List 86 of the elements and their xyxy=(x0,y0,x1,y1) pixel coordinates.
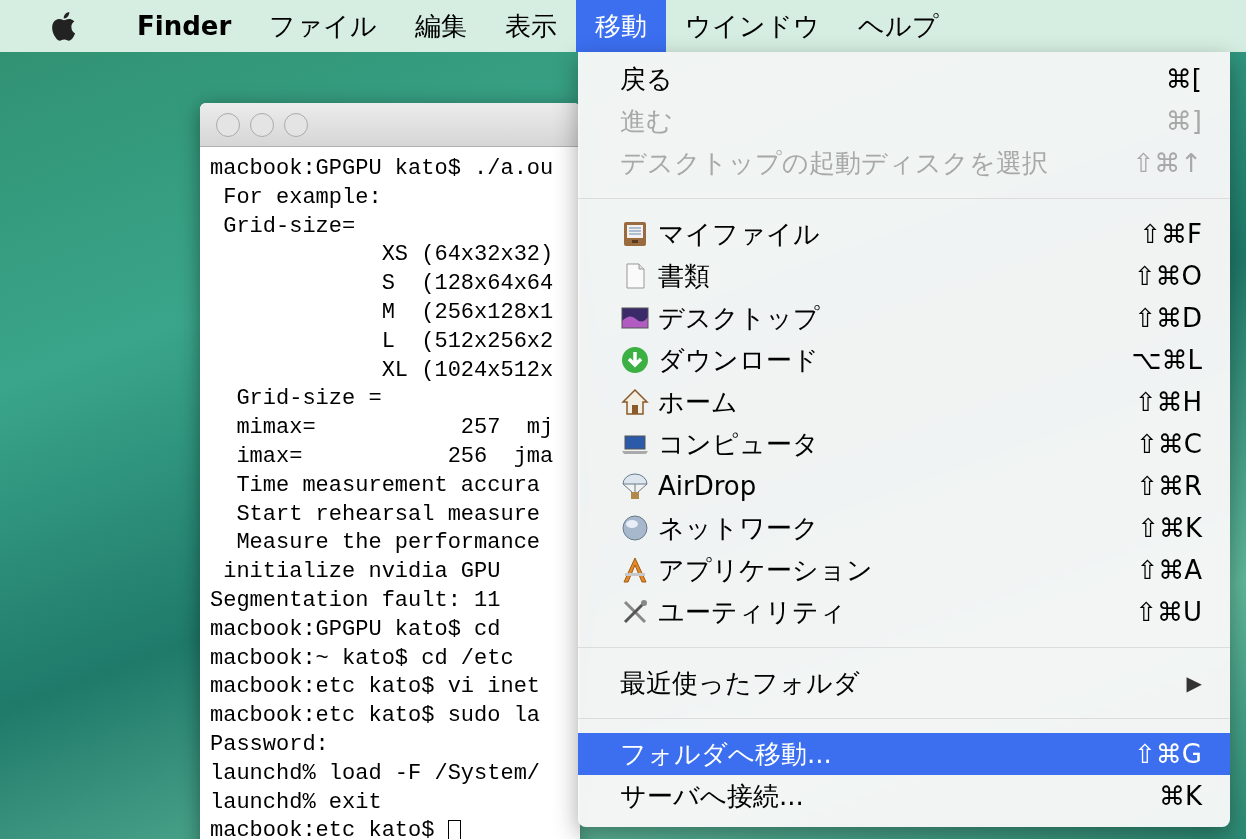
shortcut-text: ⇧⌘A xyxy=(1136,553,1202,587)
menu-item[interactable]: ダウンロード ⌥⌘L xyxy=(578,339,1230,381)
menu-bar-item[interactable]: 編集 xyxy=(396,0,487,52)
terminal-line: Grid-size= xyxy=(222,212,356,241)
terminal-line: mimax= 257 mj xyxy=(235,414,554,443)
shortcut-text: ⌘[ xyxy=(1165,62,1202,96)
terminal-line: initialize nvidia GPU xyxy=(222,558,501,587)
shortcut-text: ⇧⌘D xyxy=(1134,301,1202,335)
menu-item[interactable]: 書類 ⇧⌘O xyxy=(578,255,1230,297)
menu-item[interactable]: ネットワーク ⇧⌘K xyxy=(578,507,1230,549)
menu-bar-item[interactable]: Finder xyxy=(118,0,251,52)
shortcut-text: ⇧⌘H xyxy=(1134,385,1202,419)
terminal-line: Measure the performance xyxy=(235,529,541,558)
shortcut-text: ⇧⌘F xyxy=(1139,217,1202,251)
house-icon xyxy=(620,387,650,417)
shortcut-text: ⇧⌘K xyxy=(1137,511,1202,545)
terminal-line: Time measurement accura xyxy=(235,471,541,500)
terminal-line: Password: xyxy=(210,730,329,759)
terminal-line: M (256x128x1 xyxy=(380,299,554,327)
terminal-line: macbook:GPGPU kato$ ./a.ou xyxy=(210,155,554,183)
menu-item[interactable]: ホーム ⇧⌘H xyxy=(578,381,1230,423)
download-icon xyxy=(620,345,650,375)
menu-item[interactable]: 最近使ったフォルダ ▶ xyxy=(578,662,1230,704)
menu-item-label: デスクトップの起動ディスクを選択 xyxy=(620,146,1048,180)
terminal-line: Grid-size = xyxy=(235,385,382,414)
terminal-line: XS (64x32x32) xyxy=(380,241,554,270)
shortcut-text: ⌘K xyxy=(1158,779,1202,813)
menu-bar-item[interactable]: 表示 xyxy=(486,0,577,52)
shortcut-text: ⇧⌘C xyxy=(1136,427,1202,461)
minimize-button[interactable] xyxy=(250,112,274,137)
menu-item-label: マイファイル xyxy=(658,217,820,251)
terminal-line: L (512x256x2 xyxy=(380,327,554,356)
terminal-line: Segmentation fault: 11 xyxy=(210,586,501,615)
submenu-arrow: ▶ xyxy=(1186,670,1202,697)
shortcut-text: ⇧⌘↑ xyxy=(1132,146,1202,180)
cursor-icon xyxy=(447,819,461,839)
shortcut-text: ⇧⌘R xyxy=(1136,469,1202,503)
terminal-line: macbook:etc kato$ xyxy=(210,817,436,839)
pencil-ruler-icon xyxy=(620,555,650,585)
menu-item[interactable]: フォルダへ移動... ⇧⌘G xyxy=(578,733,1230,775)
terminal-line: launchd% exit xyxy=(210,788,382,817)
shortcut-text: ⇧⌘G xyxy=(1134,737,1202,771)
shortcut-text: ⌥⌘L xyxy=(1131,343,1202,377)
menu-item[interactable]: マイファイル ⇧⌘F xyxy=(578,213,1230,255)
terminal-line: macbook:etc kato$ sudo la xyxy=(210,702,541,731)
terminal-line: macbook:~ kato$ cd /etc xyxy=(210,644,514,673)
terminal-line: macbook:GPGPU kato$ cd xyxy=(210,615,501,644)
menu-item-label: サーバへ接続... xyxy=(620,779,804,813)
menu-item-label: ホーム xyxy=(658,385,738,419)
terminal-line: For example: xyxy=(222,183,382,212)
menu-item[interactable]: サーバへ接続... ⌘K xyxy=(578,775,1230,817)
menu-item-label: コンピュータ xyxy=(658,427,819,461)
terminal-line: macbook:etc kato$ vi inet xyxy=(210,673,541,702)
shortcut-text: ⇧⌘O xyxy=(1133,259,1202,293)
menu-bar-item[interactable]: ウインドウ xyxy=(666,0,840,52)
shortcut-text: ⇧⌘U xyxy=(1135,595,1202,629)
menu-item-label: AirDrop xyxy=(658,469,757,503)
menu-item-label: デスクトップ xyxy=(658,301,820,335)
terminal-line: XL (1024x512x xyxy=(380,356,554,385)
menu-item-label: 最近使ったフォルダ xyxy=(620,666,860,700)
zoom-button[interactable] xyxy=(284,112,308,137)
menu-item[interactable]: デスクトップ ⇧⌘D xyxy=(578,297,1230,339)
menu-item-label: フォルダへ移動... xyxy=(620,737,832,771)
terminal-line: Start rehearsal measure xyxy=(235,500,541,529)
menu-bar-item[interactable]: ファイル xyxy=(250,0,397,52)
parachute-icon xyxy=(620,471,650,501)
menu-item[interactable]: コンピュータ ⇧⌘C xyxy=(578,423,1230,465)
menu-item-label: ネットワーク xyxy=(658,511,819,545)
menu-item-label: 進む xyxy=(620,104,673,138)
menu-item[interactable]: ユーティリティ ⇧⌘U xyxy=(578,591,1230,633)
menu-item-label: 書類 xyxy=(658,259,710,293)
menu-item-label: 戻る xyxy=(620,62,673,96)
globe-icon xyxy=(620,513,650,543)
shortcut-text: ⌘] xyxy=(1165,104,1202,138)
menu-item-label: ダウンロード xyxy=(658,343,819,377)
close-button[interactable] xyxy=(216,112,240,137)
menu-item[interactable]: 戻る ⌘[ xyxy=(578,58,1230,100)
menu-item[interactable]: AirDrop ⇧⌘R xyxy=(578,465,1230,507)
menu-item-label: ユーティリティ xyxy=(658,595,846,629)
terminal-line: S (128x64x64 xyxy=(380,270,554,299)
terminal-line: imax= 256 jma xyxy=(235,442,554,471)
menu-item[interactable]: アプリケーション ⇧⌘A xyxy=(578,549,1230,591)
menu-bar-item[interactable]: ヘルプ xyxy=(839,0,959,52)
menu-bar-item[interactable]: 移動 xyxy=(576,0,667,52)
terminal-line: launchd% load -F /System/ xyxy=(210,759,541,788)
menu-item-label: アプリケーション xyxy=(658,553,873,587)
